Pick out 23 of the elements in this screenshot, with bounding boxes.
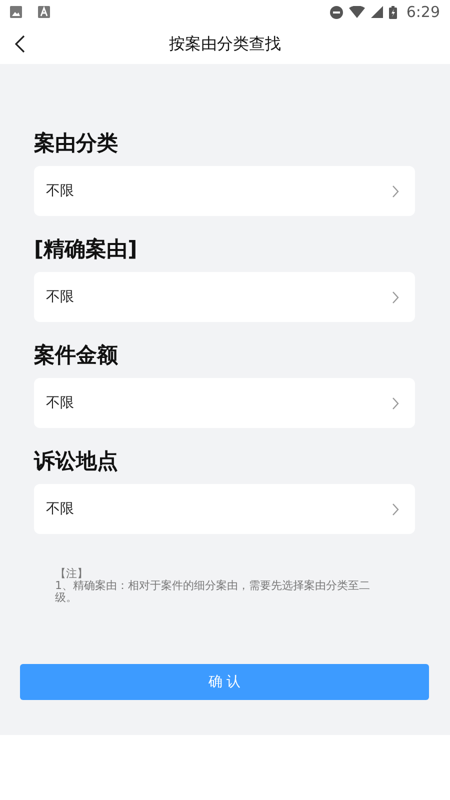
select-row[interactable]: 不限 bbox=[34, 484, 415, 534]
select-row[interactable]: 不限 bbox=[34, 272, 415, 322]
chevron-icon bbox=[392, 184, 399, 198]
note-text: 1、精确案由：相对于案件的细分案由，需要先选择案由分类至二级。 bbox=[55, 580, 371, 604]
chevron-icon bbox=[392, 502, 399, 516]
section-heading: [精确案由] bbox=[34, 236, 138, 262]
chevron-icon bbox=[392, 396, 399, 410]
signal-icon bbox=[371, 6, 384, 18]
section-heading: 案件金额 bbox=[34, 342, 119, 368]
letter-icon bbox=[38, 6, 50, 18]
do-not-disturb-icon bbox=[330, 6, 344, 18]
section-heading: 案由分类 bbox=[34, 130, 119, 156]
back-icon[interactable] bbox=[15, 35, 25, 53]
battery-icon bbox=[389, 6, 398, 18]
wifi-icon bbox=[349, 6, 366, 18]
image-icon bbox=[10, 6, 22, 18]
section-heading: 诉讼地点 bbox=[34, 448, 119, 474]
clock-time: 6:29 bbox=[406, 3, 440, 21]
chevron-icon bbox=[392, 290, 399, 304]
note-title: 【注】 bbox=[55, 568, 89, 580]
select-row[interactable]: 不限 bbox=[34, 166, 415, 216]
page-title: 按案由分类查找 bbox=[169, 34, 281, 54]
select-row[interactable]: 不限 bbox=[34, 378, 415, 428]
